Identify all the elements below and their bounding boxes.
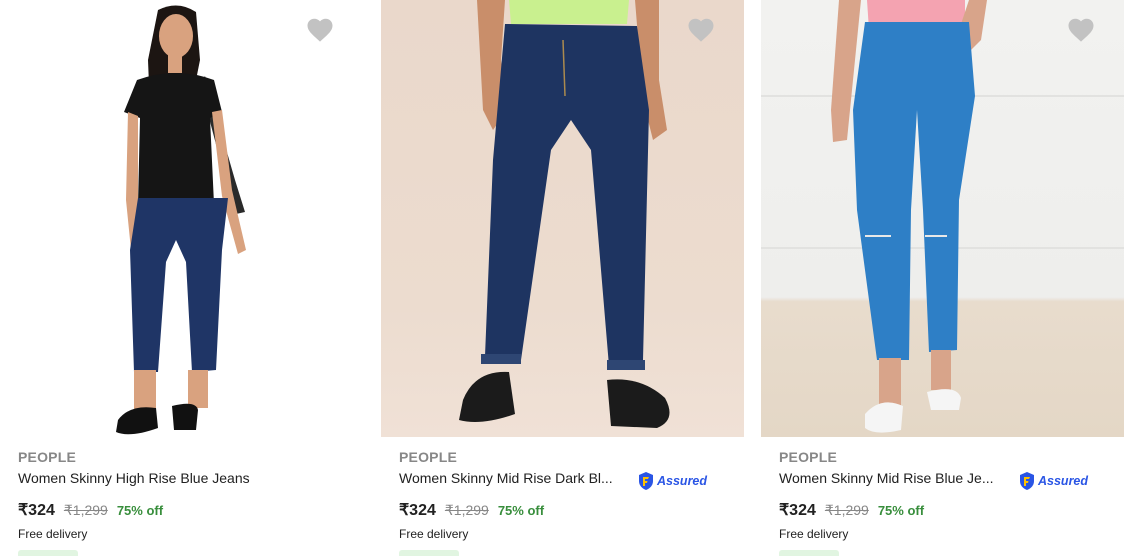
price-row: ₹324 ₹1,299 75% off (399, 500, 544, 520)
heart-icon[interactable] (1066, 15, 1096, 45)
assured-shield-icon (639, 472, 653, 490)
product-image[interactable] (761, 0, 1124, 437)
offer-tag (399, 550, 459, 556)
product-image[interactable] (0, 0, 363, 437)
discount-label: 75% off (497, 503, 545, 518)
product-photo (761, 0, 1124, 433)
assured-label: Assured (1038, 474, 1089, 488)
selling-price: ₹324 (779, 502, 816, 519)
price-row: ₹324 ₹1,299 75% off (779, 500, 924, 520)
delivery-info: Free delivery (779, 527, 849, 541)
assured-badge: Assured (1018, 471, 1088, 491)
product-title[interactable]: Women Skinny High Rise Blue Jeans (18, 470, 250, 486)
brand-name: PEOPLE (779, 449, 837, 465)
selling-price: ₹324 (399, 502, 436, 519)
brand-name: PEOPLE (18, 449, 76, 465)
assured-badge: Assured (637, 471, 707, 491)
offer-tag (779, 550, 839, 556)
assured-shield-icon (1020, 472, 1034, 490)
price-row: ₹324 ₹1,299 75% off (18, 500, 163, 520)
discount-label: 75% off (877, 503, 925, 518)
product-title[interactable]: Women Skinny Mid Rise Dark Bl... (399, 470, 613, 486)
product-card[interactable]: PEOPLE Women Skinny Mid Rise Dark Bl... … (381, 0, 744, 556)
product-card[interactable]: PEOPLE Women Skinny Mid Rise Blue Je... … (761, 0, 1124, 556)
original-price: ₹1,299 (63, 502, 108, 518)
brand-name: PEOPLE (399, 449, 457, 465)
product-photo (116, 5, 246, 435)
heart-icon[interactable] (305, 15, 335, 45)
delivery-info: Free delivery (18, 527, 88, 541)
selling-price: ₹324 (18, 502, 55, 519)
assured-label: Assured (657, 474, 708, 488)
heart-icon[interactable] (686, 15, 716, 45)
original-price: ₹1,299 (444, 502, 489, 518)
product-title[interactable]: Women Skinny Mid Rise Blue Je... (779, 470, 994, 486)
product-card[interactable]: PEOPLE Women Skinny High Rise Blue Jeans… (0, 0, 363, 556)
product-image[interactable] (381, 0, 744, 437)
product-photo (459, 0, 670, 428)
offer-tag (18, 550, 78, 556)
original-price: ₹1,299 (824, 502, 869, 518)
discount-label: 75% off (116, 503, 164, 518)
delivery-info: Free delivery (399, 527, 469, 541)
